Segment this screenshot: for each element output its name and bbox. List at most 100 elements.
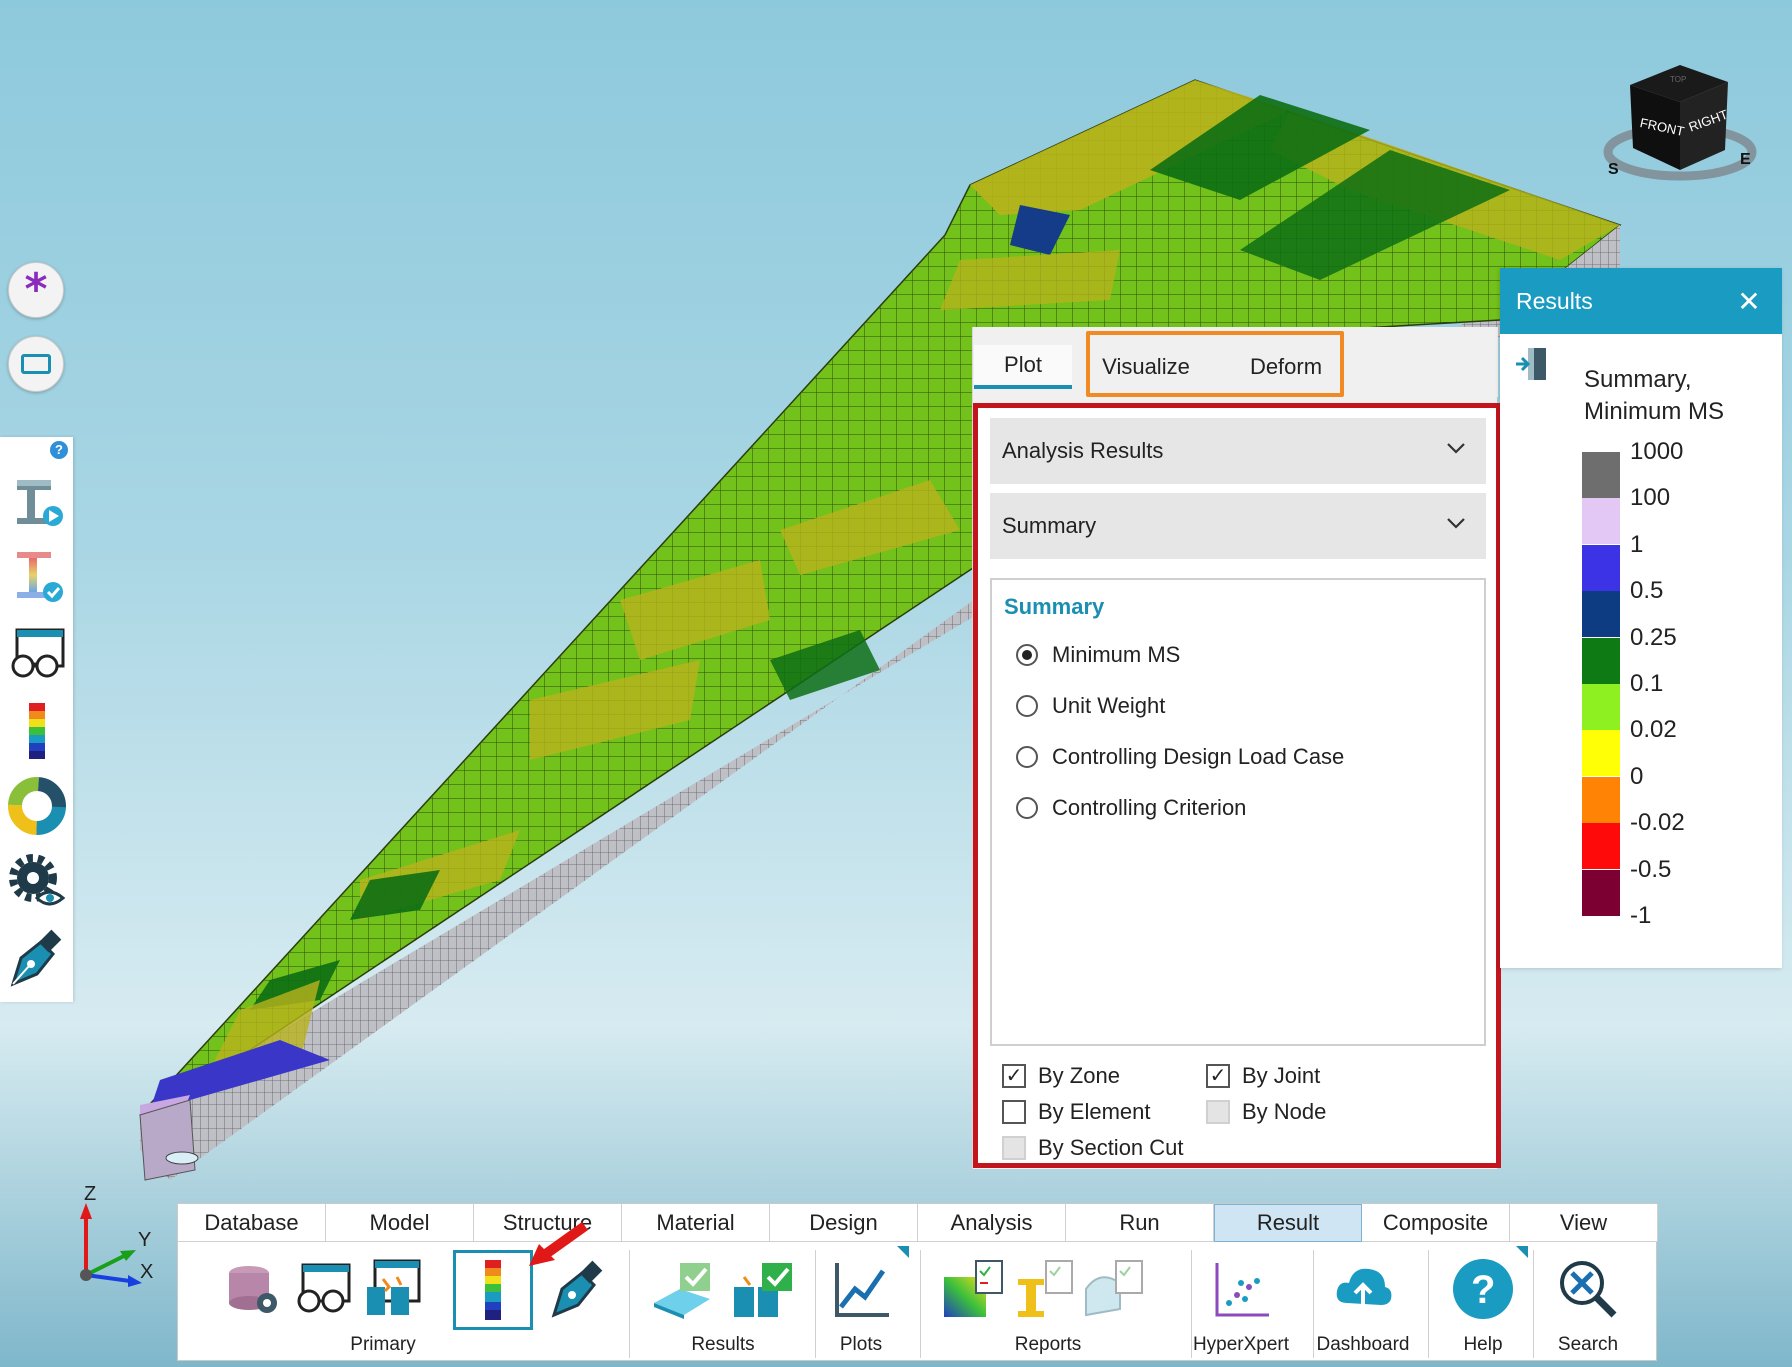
- legend-value-label: 0.02: [1630, 716, 1677, 744]
- tab-plot[interactable]: Plot: [974, 345, 1072, 389]
- checkbox-indicator[interactable]: [1002, 1100, 1026, 1124]
- group-separator: [920, 1250, 921, 1358]
- legend-pin-icon[interactable]: [1514, 348, 1550, 380]
- ribbon-tab-design[interactable]: Design: [770, 1204, 918, 1242]
- axis-y-label: Y: [138, 1229, 152, 1251]
- radio-indicator[interactable]: [1016, 797, 1038, 819]
- legend-value-label: 0.25: [1630, 623, 1677, 651]
- report-contour-tool[interactable]: [938, 1254, 1008, 1324]
- legend-swatch: [1582, 498, 1620, 545]
- compass-s-label: S: [1608, 161, 1619, 178]
- checkbox-label: By Joint: [1242, 1063, 1321, 1088]
- window-select-button[interactable]: [8, 336, 64, 392]
- summary-options-box: Summary Minimum MS Unit Weight Controlli…: [990, 578, 1486, 1046]
- checkbox-indicator[interactable]: ✓: [1002, 1064, 1026, 1088]
- legend-title-line1: Summary,: [1584, 366, 1692, 393]
- view-cube[interactable]: FRONT RIGHT TOP S E: [1600, 60, 1760, 190]
- failure-window-tool[interactable]: [358, 1254, 428, 1324]
- radio-indicator[interactable]: [1016, 746, 1038, 768]
- radio-minimum-ms[interactable]: Minimum MS: [1016, 642, 1180, 668]
- checkbox-by-element[interactable]: By Element: [1002, 1099, 1151, 1125]
- panel-report-icon: [1085, 1260, 1143, 1317]
- legend-swatch: [1582, 452, 1620, 498]
- results-check-tool[interactable]: [648, 1254, 718, 1324]
- legend-swatch: [1582, 684, 1620, 730]
- analysis-results-dropdown[interactable]: Analysis Results: [990, 418, 1486, 484]
- radio-label: Minimum MS: [1052, 642, 1181, 667]
- search-tool[interactable]: [1553, 1254, 1623, 1324]
- group-plots-label: Plots: [839, 1334, 883, 1355]
- report-panel-tool[interactable]: [1078, 1254, 1148, 1324]
- radio-label: Controlling Criterion: [1052, 795, 1247, 820]
- legend-swatch: [1582, 591, 1620, 638]
- radio-controlling-design-load-case[interactable]: Controlling Design Load Case: [1016, 744, 1344, 770]
- beam-play-icon[interactable]: [6, 471, 68, 533]
- ribbon-tab-result[interactable]: Result: [1214, 1204, 1362, 1242]
- summary-section-title: Summary: [1004, 594, 1105, 619]
- ribbon-tab-view[interactable]: View: [1510, 1204, 1658, 1242]
- group-separator: [1533, 1250, 1534, 1358]
- hyperxpert-tool[interactable]: [1206, 1254, 1276, 1324]
- color-legend-tool[interactable]: [453, 1250, 533, 1330]
- ribbon-tab-run[interactable]: Run: [1066, 1204, 1214, 1242]
- beam-check-icon[interactable]: [6, 545, 68, 607]
- red-arrow-icon: [523, 1220, 593, 1270]
- radio-indicator[interactable]: [1016, 644, 1038, 666]
- legend-value-label: -0.5: [1630, 855, 1672, 883]
- radio-controlling-criterion[interactable]: Controlling Criterion: [1016, 795, 1246, 821]
- color-legend-icon: [485, 1260, 501, 1320]
- summary-dropdown-label: Summary: [1002, 513, 1097, 538]
- scatter-plot-icon: [1215, 1263, 1269, 1317]
- ribbon-toolbar: Database Model Structure Material Design Anal…: [177, 1203, 1658, 1361]
- asterisk-button[interactable]: *: [8, 262, 64, 318]
- ribbon-tab-material[interactable]: Material: [622, 1204, 770, 1242]
- group-separator: [1428, 1250, 1429, 1358]
- checkbox-indicator: [1206, 1100, 1230, 1124]
- viewcube-top-label: TOP: [1670, 75, 1686, 84]
- help-tool[interactable]: ?: [1448, 1254, 1518, 1324]
- dashboard-tool[interactable]: [1328, 1254, 1398, 1324]
- glasses-window-icon: [297, 1263, 351, 1313]
- checkbox-by-joint[interactable]: ✓ By Joint: [1206, 1063, 1320, 1089]
- glasses-window-tool[interactable]: [288, 1254, 358, 1324]
- group-hyperxpert-label: HyperXpert: [1192, 1334, 1290, 1355]
- checkbox-indicator[interactable]: ✓: [1206, 1064, 1230, 1088]
- group-results-label: Results: [691, 1334, 755, 1355]
- color-wheel-icon[interactable]: [6, 775, 68, 837]
- axis-triad: Z Y X: [60, 1183, 170, 1295]
- legend-swatch: [1582, 544, 1620, 591]
- gear-eye-icon[interactable]: [6, 851, 68, 913]
- database-settings-tool[interactable]: [218, 1254, 288, 1324]
- plots-tool[interactable]: [826, 1254, 896, 1324]
- radio-unit-weight[interactable]: Unit Weight: [1016, 693, 1165, 719]
- group-dashboard-label: Dashboard: [1316, 1334, 1410, 1355]
- checkbox-by-zone[interactable]: ✓ By Zone: [1002, 1063, 1120, 1089]
- visualize-deform-highlight: [1086, 331, 1344, 397]
- layer-check-icon: [654, 1263, 710, 1319]
- ribbon-tab-model[interactable]: Model: [326, 1204, 474, 1242]
- line-chart-icon: [835, 1263, 889, 1317]
- legend-value-label: 0.5: [1630, 577, 1664, 605]
- group-separator: [815, 1250, 816, 1358]
- report-beam-tool[interactable]: [1008, 1254, 1078, 1324]
- chevron-down-icon: [1447, 518, 1465, 529]
- pen-icon[interactable]: [6, 927, 68, 989]
- failure-check-tool[interactable]: [728, 1254, 798, 1324]
- checkbox-indicator: [1002, 1136, 1026, 1160]
- close-icon[interactable]: ✕: [1734, 286, 1764, 317]
- color-legend-icon[interactable]: [6, 700, 68, 762]
- ribbon-tab-database[interactable]: Database: [178, 1204, 326, 1242]
- group-primary-label: Primary: [350, 1334, 416, 1355]
- radio-indicator[interactable]: [1016, 695, 1038, 717]
- ribbon-tab-composite[interactable]: Composite: [1362, 1204, 1510, 1242]
- summary-dropdown[interactable]: Summary: [990, 493, 1486, 559]
- plot-panel: Plot Visualize Deform Analysis Results S…: [972, 327, 1501, 1169]
- legend-swatch: [1582, 869, 1620, 916]
- glasses-window-icon[interactable]: [6, 623, 68, 685]
- plots-dropdown-indicator[interactable]: [897, 1246, 909, 1258]
- axis-x-label: X: [140, 1261, 154, 1283]
- help-dropdown-indicator[interactable]: [1516, 1246, 1528, 1258]
- ribbon-tab-analysis[interactable]: Analysis: [918, 1204, 1066, 1242]
- help-badge[interactable]: ?: [50, 441, 68, 459]
- results-legend-panel: Results ✕ Summary, Minimum MS 1000 100 1 0.…: [1500, 268, 1782, 968]
